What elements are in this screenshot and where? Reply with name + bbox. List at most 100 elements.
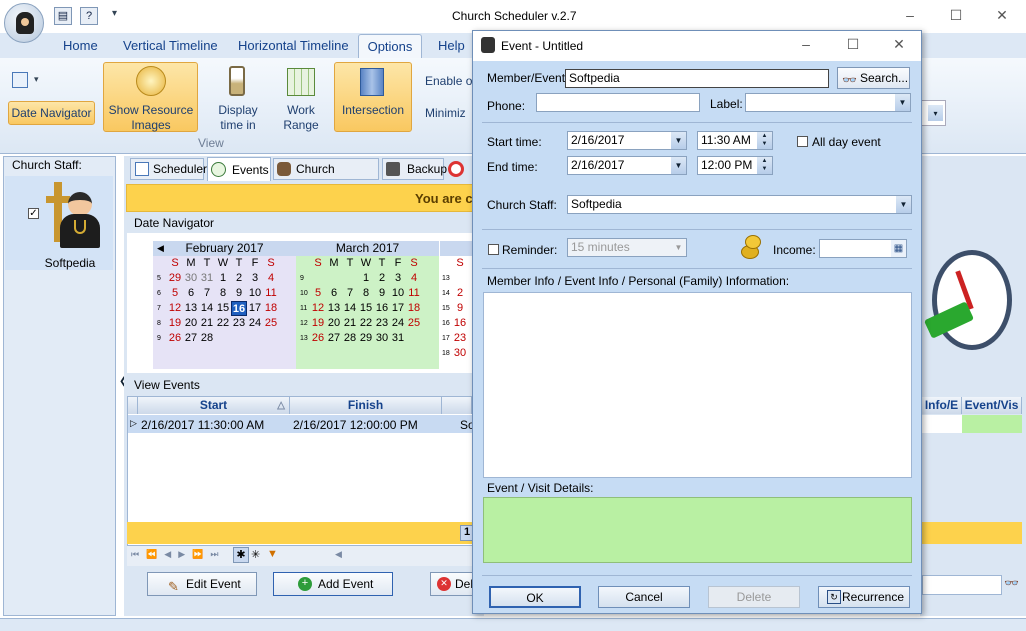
calendar-day[interactable]: 8 — [358, 286, 374, 301]
calendar-day[interactable]: 31 — [390, 331, 406, 346]
tab-scheduler[interactable]: Scheduler — [130, 158, 207, 180]
event-visit-cell[interactable] — [962, 415, 1022, 433]
calendar-day[interactable]: 18 — [406, 301, 422, 316]
calendar-day[interactable]: 12 — [167, 301, 183, 316]
calendar-day[interactable]: 10 — [247, 286, 263, 301]
all-day-checkbox[interactable] — [797, 136, 808, 147]
calendar-day[interactable]: 16 — [374, 301, 390, 316]
display-time-in-button[interactable]: Display time in — [210, 103, 266, 133]
calendar-day[interactable]: 5 — [167, 286, 183, 301]
right-row-cells[interactable] — [922, 415, 1022, 433]
calendar-day[interactable]: 27 — [183, 331, 199, 346]
calendar-day[interactable]: 9 — [452, 301, 468, 316]
tab-church-members[interactable]: Church Members — [273, 158, 379, 196]
calendar-day[interactable]: 23 — [452, 331, 468, 346]
calendar-day[interactable]: 20 — [326, 316, 342, 331]
calendar-day[interactable]: 9 — [374, 286, 390, 301]
navigator-buttons-icon[interactable]: ⏮⏪◀▶⏩⏭ — [131, 549, 225, 560]
delete-button[interactable]: Delete — [708, 586, 800, 608]
end-date-input[interactable]: 2/16/2017 ▼ — [567, 156, 687, 175]
cell-finish[interactable]: 2/16/2017 12:00:00 PM — [293, 418, 418, 432]
tab-home[interactable]: Home — [63, 38, 98, 58]
calendar-day[interactable]: 1 — [358, 271, 374, 286]
maximize-icon[interactable]: ☐ — [944, 5, 968, 25]
calendar-day[interactable]: 23 — [231, 316, 247, 331]
binoculars-icon[interactable]: 👓 — [1004, 576, 1019, 590]
calendar-day[interactable]: 18 — [263, 301, 279, 316]
calendar-day[interactable]: 25 — [263, 316, 279, 331]
end-time-input[interactable]: 12:00 PM ▲ ▼ — [697, 156, 773, 175]
reminder-checkbox[interactable] — [488, 244, 499, 255]
calendar-day[interactable]: 7 — [342, 286, 358, 301]
calendar-day[interactable]: 2 — [452, 286, 468, 301]
calendar-day[interactable]: 26 — [310, 331, 326, 346]
calendar-day[interactable]: 30 — [452, 346, 468, 361]
date-navigator-button[interactable]: Date Navigator — [8, 101, 95, 125]
grid-header-extra[interactable] — [442, 397, 472, 414]
calculator-icon[interactable]: ▦ — [891, 240, 906, 257]
calendar-day[interactable]: 22 — [215, 316, 231, 331]
calendar-day[interactable]: 14 — [342, 301, 358, 316]
calendar-day[interactable]: 28 — [342, 331, 358, 346]
filter-icon[interactable]: ▼ — [267, 548, 278, 560]
calendar-day[interactable]: 28 — [199, 331, 215, 346]
income-input[interactable]: ▦ — [819, 239, 907, 258]
calendar-day[interactable]: 5 — [310, 286, 326, 301]
calendar-day[interactable]: 13 — [183, 301, 199, 316]
add-event-button[interactable]: + Add Event — [273, 572, 393, 596]
calendar-day[interactable]: 31 — [199, 271, 215, 286]
calendar-day[interactable] — [452, 271, 468, 286]
calendar-day[interactable]: 2 — [231, 271, 247, 286]
calendar-day[interactable]: 21 — [199, 316, 215, 331]
calendar-view-icon[interactable] — [12, 72, 28, 88]
calendar-day[interactable]: 15 — [358, 301, 374, 316]
grid-header-start[interactable]: Start △ — [138, 397, 290, 414]
work-range-button[interactable]: Work Range — [280, 103, 322, 133]
member-event-input[interactable]: Softpedia — [565, 69, 829, 88]
calendar-day[interactable]: 1 — [215, 271, 231, 286]
grid-header-finish[interactable]: Finish — [290, 397, 442, 414]
calendar-day[interactable]: 22 — [358, 316, 374, 331]
calendar-day[interactable]: 29 — [167, 271, 183, 286]
calendar-day[interactable]: 21 — [342, 316, 358, 331]
calendar-day[interactable]: 24 — [247, 316, 263, 331]
tab-horizontal-timeline[interactable]: Horizontal Timeline — [238, 38, 349, 58]
dialog-close-icon[interactable]: ✕ — [887, 34, 911, 54]
calendar-day[interactable]: 2 — [374, 271, 390, 286]
grid-header-info[interactable]: Info/E — [922, 397, 962, 414]
calendar-day[interactable]: 13 — [326, 301, 342, 316]
start-time-input[interactable]: 11:30 AM ▲ ▼ — [697, 131, 773, 150]
calendar-day[interactable]: 29 — [358, 331, 374, 346]
start-date-input[interactable]: 2/16/2017 ▼ — [567, 131, 687, 150]
spin-icon[interactable]: ▲ ▼ — [757, 157, 772, 174]
dialog-maximize-icon[interactable]: ☐ — [841, 34, 865, 54]
calendar-day[interactable]: 26 — [167, 331, 183, 346]
calendar-day[interactable]: 12 — [310, 301, 326, 316]
tab-options[interactable]: Options — [358, 34, 422, 59]
right-search-field[interactable]: 👓 — [922, 575, 1019, 595]
staff-checkbox[interactable]: ✓ — [28, 208, 39, 219]
search-button[interactable]: 👓 Search... — [837, 67, 910, 89]
calendar-day[interactable]: 10 — [390, 286, 406, 301]
close-icon[interactable]: ✕ — [990, 5, 1014, 25]
tab-events[interactable]: Events — [207, 157, 271, 181]
calendar-day[interactable]: 7 — [199, 286, 215, 301]
calendar-day[interactable]: 24 — [390, 316, 406, 331]
insert-icon[interactable]: ✳ — [251, 548, 260, 561]
calendar-day[interactable]: 20 — [183, 316, 199, 331]
calendar-day[interactable]: 17 — [247, 301, 263, 316]
tab-vertical-timeline[interactable]: Vertical Timeline — [123, 38, 218, 58]
cancel-button[interactable]: Cancel — [598, 586, 690, 608]
calendar-day[interactable]: 25 — [406, 316, 422, 331]
calendar-day[interactable]: 14 — [199, 301, 215, 316]
calendar-day[interactable]: 8 — [215, 286, 231, 301]
ok-button[interactable]: OK — [489, 586, 581, 608]
details-textarea[interactable] — [483, 497, 912, 563]
ribbon-dropdown[interactable]: ▾ — [920, 100, 946, 126]
calendar-day[interactable]: 30 — [374, 331, 390, 346]
recurrence-button[interactable]: ↻ Recurrence — [818, 586, 910, 608]
calendar-day[interactable]: 4 — [406, 271, 422, 286]
calendar-day[interactable]: 15 — [215, 301, 231, 316]
lifebuoy-icon[interactable] — [448, 161, 464, 177]
tab-backup[interactable]: Backup — [382, 158, 447, 180]
